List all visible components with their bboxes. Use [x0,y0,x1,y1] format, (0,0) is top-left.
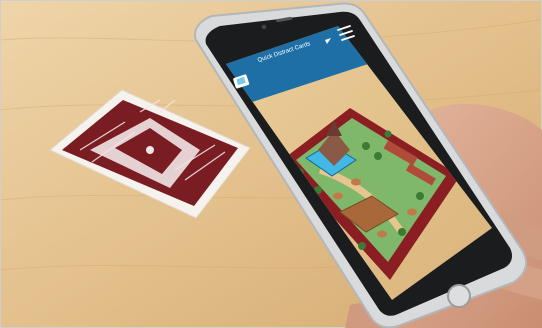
home-button[interactable] [447,284,471,308]
ar-photo-scene [0,0,542,328]
front-camera [261,24,267,30]
photo-svg [0,0,542,328]
